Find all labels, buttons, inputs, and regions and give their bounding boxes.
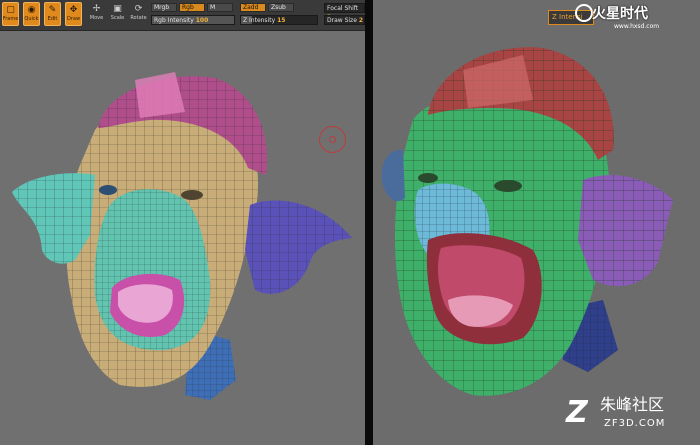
rotate-tool-label: Rotate (130, 15, 147, 21)
edit-tool-label: Edit (47, 16, 58, 22)
z-intensity-value: 15 (277, 17, 286, 24)
left-eye (418, 173, 438, 183)
hxsd-watermark-name: 火星时代 (592, 6, 648, 22)
rgb-intensity-label: Rgb Intensity (154, 17, 194, 24)
frame-icon: ▢ (6, 5, 15, 15)
left-mesh-canvas[interactable] (0, 0, 365, 445)
left-viewport[interactable]: ▢ Frame ◉ Quick ✎ Edit ✥ Draw ✢ Move ▣ S… (0, 0, 365, 445)
edit-icon: ✎ (48, 5, 57, 15)
hxsd-logo-icon (575, 4, 593, 22)
z-intensity-slider[interactable]: Z Intensity 15 (240, 15, 318, 25)
scale-tool-button[interactable]: ▣ Scale (109, 2, 126, 26)
scale-icon: ▣ (113, 4, 122, 14)
right-eye (494, 180, 522, 192)
brush-cursor-center (329, 136, 336, 143)
rgb-intensity-value: 100 (195, 17, 209, 24)
rotate-icon: ⟳ (134, 4, 143, 14)
quick-tool-label: Quick (24, 16, 39, 22)
focal-shift-label: Focal Shift (327, 5, 359, 12)
move-icon: ✢ (92, 4, 101, 14)
zf3d-watermark: Z 朱峰社区 ZF3D.COM (566, 396, 696, 440)
zf3d-watermark-url: ZF3D.COM (604, 418, 666, 429)
zf3d-logo-icon: Z (566, 395, 588, 430)
rotate-tool-button[interactable]: ⟳ Rotate (130, 2, 147, 26)
zbrush-toolbar: ▢ Frame ◉ Quick ✎ Edit ✥ Draw ✢ Move ▣ S… (0, 0, 365, 31)
move-tool-label: Move (89, 15, 104, 21)
quick-icon: ◉ (27, 5, 36, 15)
right-mesh-canvas[interactable] (373, 0, 700, 445)
draw-tool-label: Draw (66, 16, 81, 22)
rgb-intensity-slider[interactable]: Rgb Intensity 100 (151, 15, 235, 25)
edit-tool-button[interactable]: ✎ Edit (44, 2, 61, 26)
mrgb-button[interactable]: Mrgb (151, 3, 177, 12)
z-intensity-label: Z Intensity (243, 17, 276, 24)
draw-size-value: 2 (358, 17, 364, 24)
zadd-button[interactable]: Zadd (240, 3, 266, 12)
left-eye (99, 185, 117, 195)
draw-icon: ✥ (69, 5, 78, 15)
draw-size-label: Draw Size (327, 17, 357, 24)
draw-size-slider[interactable]: Draw Size 2 (324, 15, 365, 25)
scale-tool-label: Scale (110, 15, 125, 21)
right-eye (181, 190, 203, 200)
frame-tool-label: Frame (2, 16, 19, 22)
m-button[interactable]: M (207, 3, 233, 12)
rgb-button[interactable]: Rgb (179, 3, 205, 12)
zf3d-watermark-name: 朱峰社区 (600, 395, 665, 414)
quick-tool-button[interactable]: ◉ Quick (23, 2, 40, 26)
zsub-button[interactable]: Zsub (268, 3, 294, 12)
move-tool-button[interactable]: ✢ Move (88, 2, 105, 26)
right-viewport[interactable] (373, 0, 700, 445)
frame-tool-button[interactable]: ▢ Frame (2, 2, 19, 26)
draw-tool-button[interactable]: ✥ Draw (65, 2, 82, 26)
hxsd-watermark-url: www.hxsd.com (614, 23, 660, 30)
focal-shift-slider[interactable]: Focal Shift 2 (324, 3, 365, 21)
panel-divider (365, 0, 373, 445)
